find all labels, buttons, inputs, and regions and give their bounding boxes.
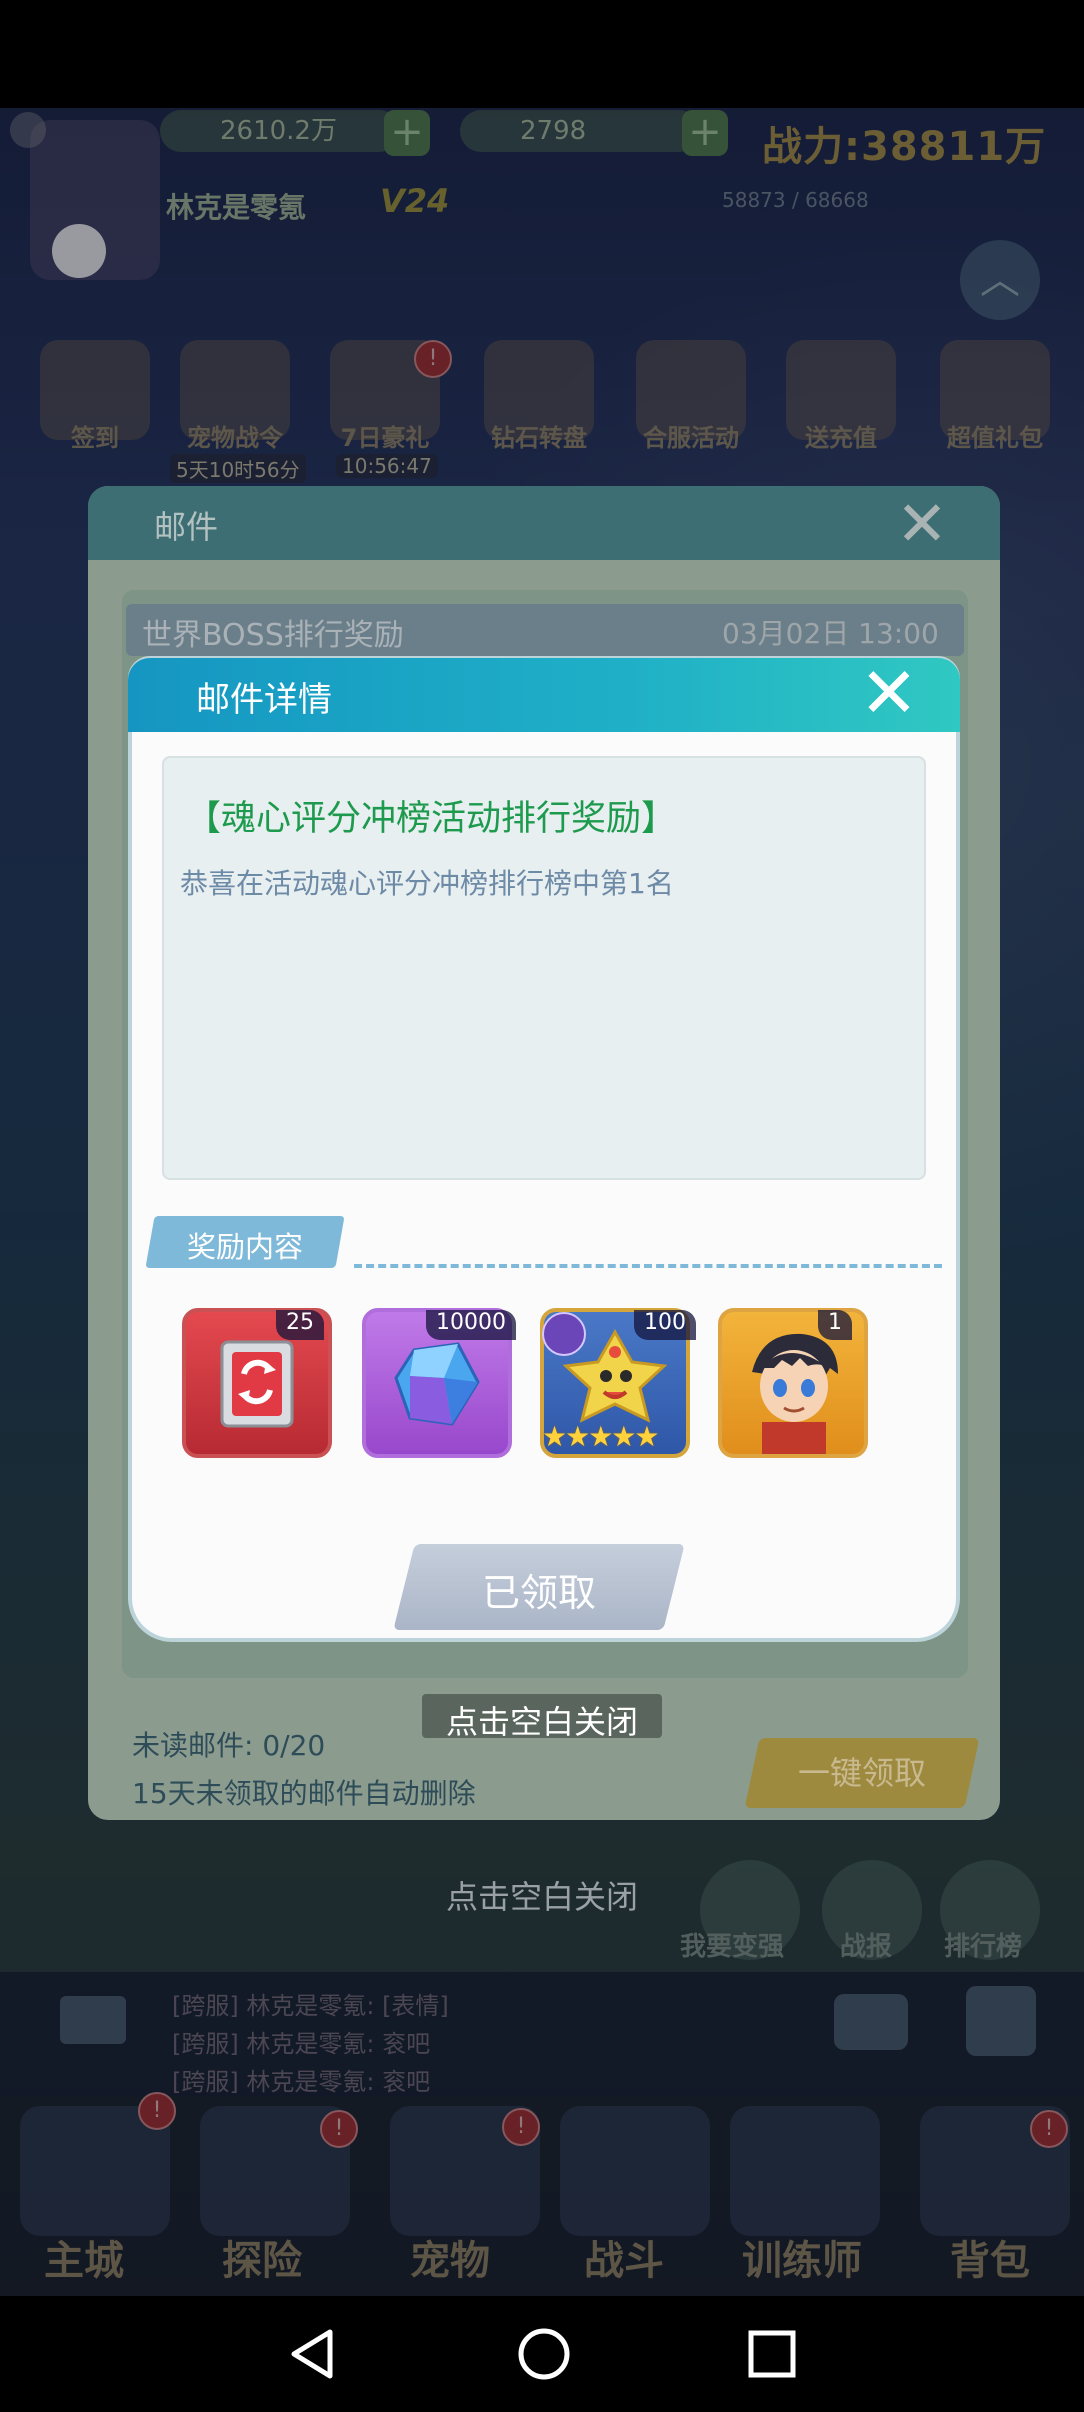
mail-close-icon[interactable]: ✕: [896, 493, 948, 555]
moon-icon: [542, 1312, 586, 1356]
star-rating: ★★★★★: [542, 1420, 660, 1453]
reward-count: 10000: [426, 1310, 516, 1340]
collect-all-label: 一键领取: [797, 1754, 926, 1792]
home-icon[interactable]: [516, 2326, 572, 2382]
mail-item-date: 03月02日 13:00: [722, 617, 939, 650]
reward-tag-label: 奖励内容: [186, 1230, 303, 1264]
mail-panel-header: [88, 486, 1000, 560]
reward-count: 25: [276, 1310, 324, 1340]
mail-item-title: 世界BOSS排行奖励: [142, 618, 404, 653]
reward-count: 100: [634, 1310, 696, 1340]
mail-detail-title: 邮件详情: [196, 680, 332, 720]
back-icon[interactable]: [286, 2326, 342, 2382]
outer-close-hint: 点击空白关闭: [445, 1878, 638, 1916]
unread-count: 未读邮件: 0/20: [132, 1729, 326, 1762]
reward-count: 1: [818, 1310, 852, 1340]
close-hint-label: 点击空白关闭: [445, 1703, 638, 1741]
recents-icon[interactable]: [744, 2326, 800, 2382]
mail-panel-title: 邮件: [154, 508, 219, 546]
message-body: 恭喜在活动魂心评分冲榜排行榜中第1名: [180, 867, 674, 900]
reward-divider: [354, 1264, 942, 1268]
message-title: 【魂心评分冲榜活动排行奖励】: [186, 799, 677, 839]
auto-delete-note: 15天未领取的邮件自动删除: [132, 1777, 476, 1810]
claimed-label: 已领取: [481, 1571, 596, 1615]
close-icon[interactable]: ✕: [854, 658, 924, 730]
